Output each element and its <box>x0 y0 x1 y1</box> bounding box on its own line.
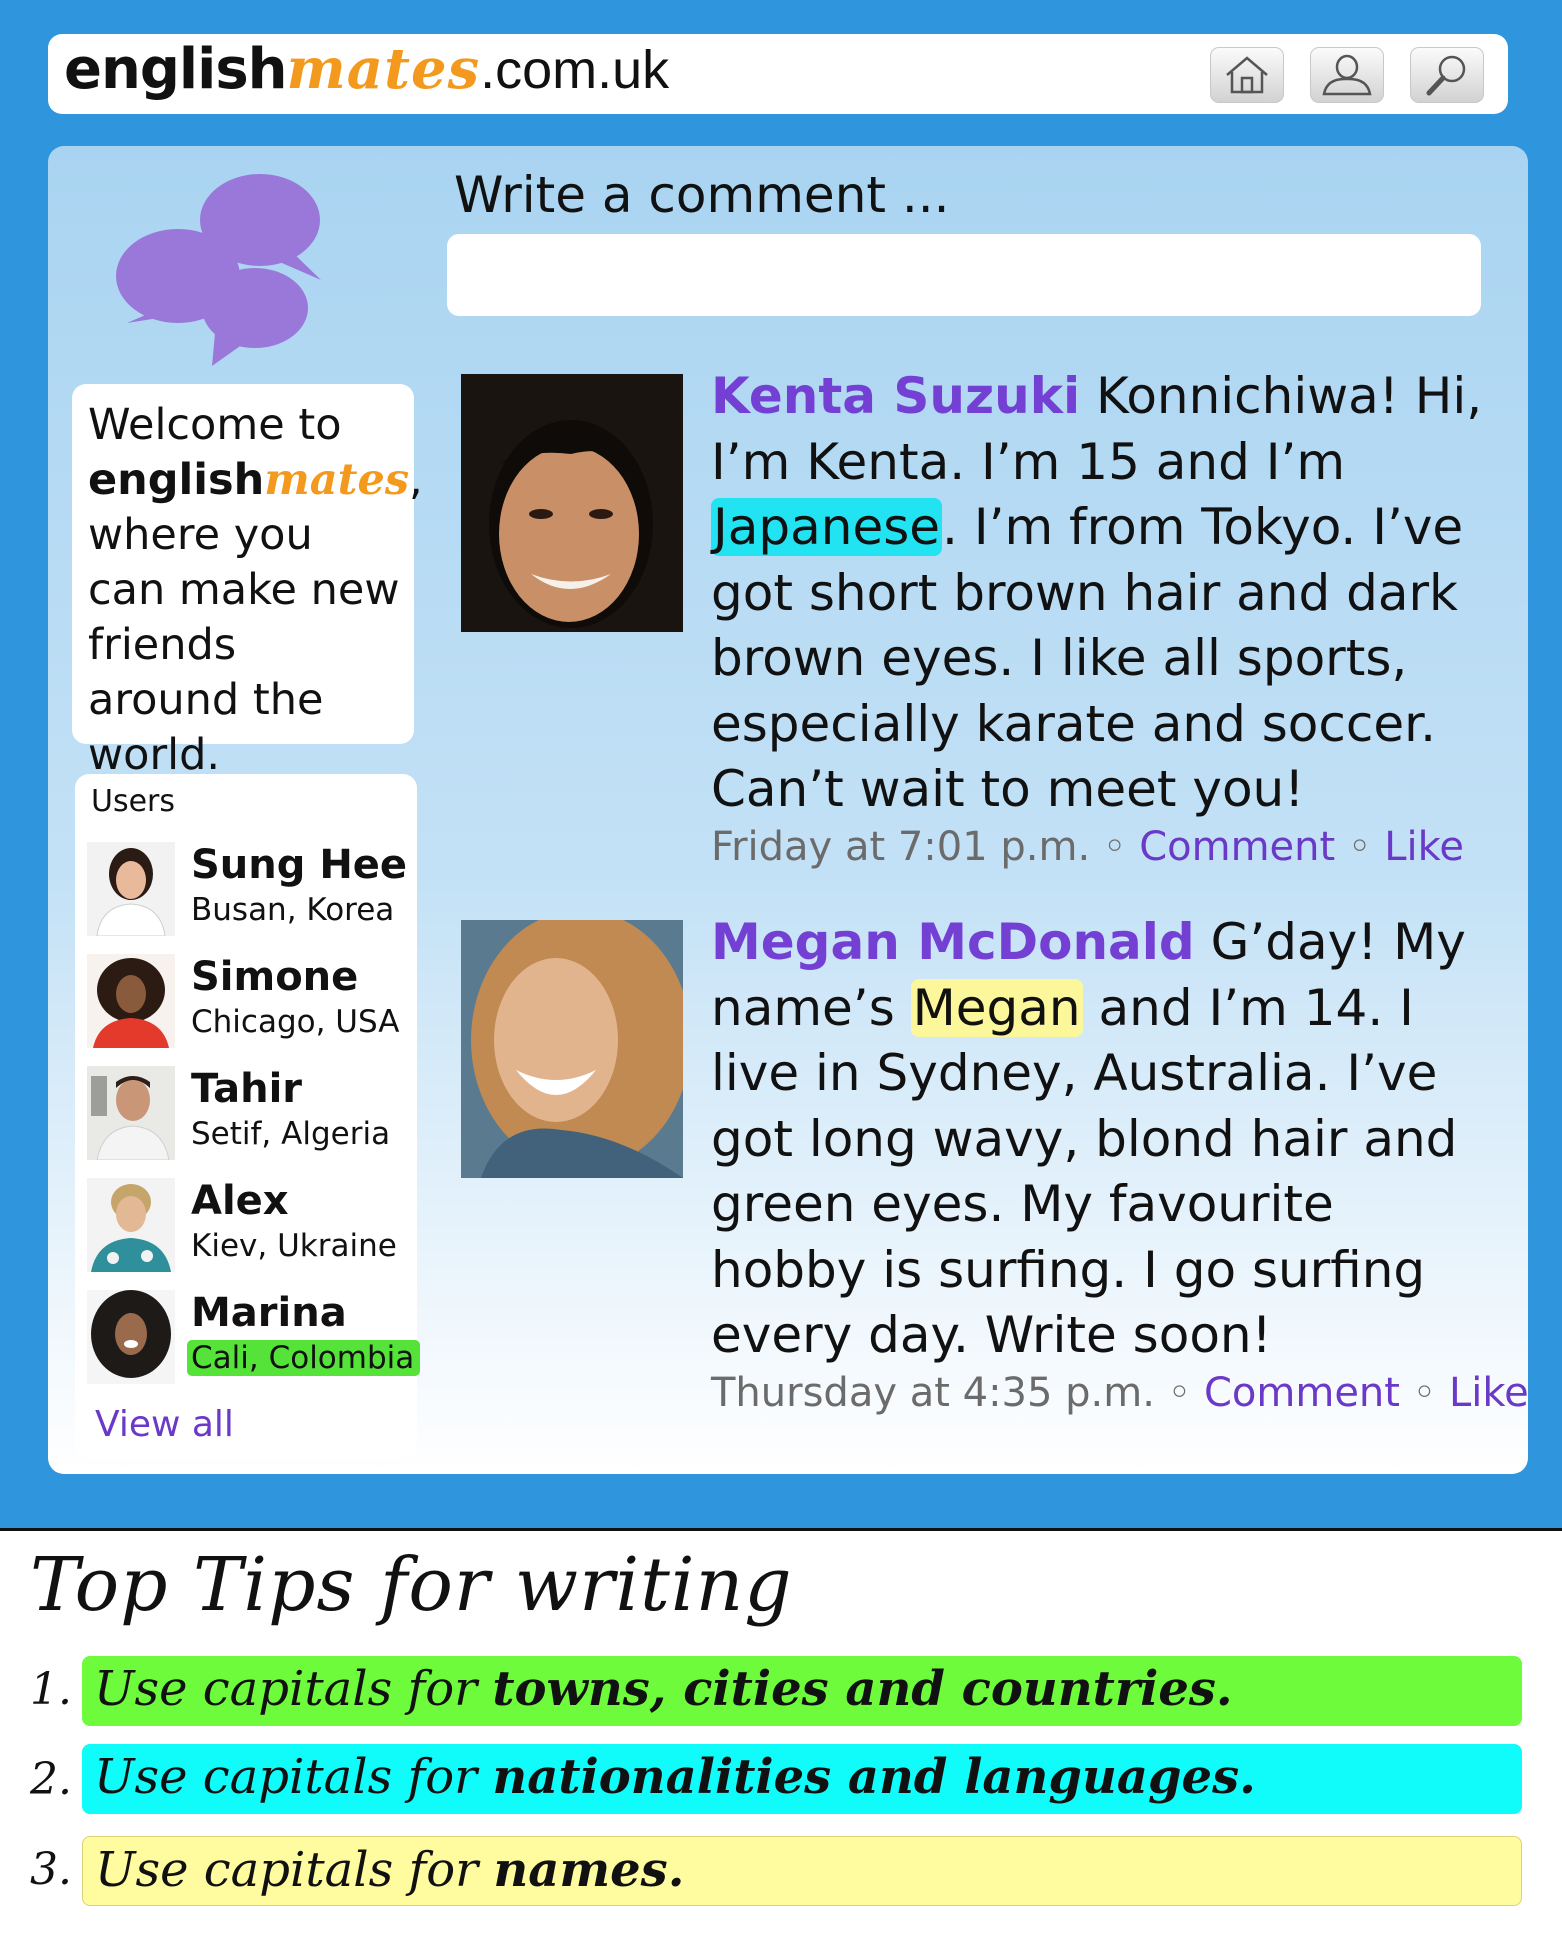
welcome-brand-part2: mates <box>264 455 410 505</box>
user-name: Sung Hee <box>191 842 408 888</box>
user-location: Busan, Korea <box>191 892 395 928</box>
tip-number: 1. <box>30 1664 72 1715</box>
user-icon <box>1322 54 1372 96</box>
megan-photo <box>461 920 683 1178</box>
user-location: Chicago, USA <box>191 1004 400 1040</box>
user-item-simone[interactable]: Simone Chicago, USA <box>87 954 417 1054</box>
welcome-comma: , <box>409 455 423 505</box>
kenta-photo <box>461 374 683 632</box>
user-location: Kiev, Ukraine <box>191 1228 397 1264</box>
section-divider <box>0 1528 1562 1531</box>
post-time: Friday at 7:01 p.m. <box>711 824 1091 870</box>
tip-prefix: Use capitals for <box>95 1842 494 1898</box>
comment-link[interactable]: Comment <box>1139 824 1335 870</box>
tip-number: 2. <box>30 1754 72 1805</box>
tip-emphasis: names. <box>493 1842 685 1898</box>
post-author[interactable]: Kenta Suzuki <box>711 367 1080 425</box>
tip-emphasis: towns, cities and countries. <box>492 1661 1233 1717</box>
user-item-tahir[interactable]: Tahir Setif, Algeria <box>87 1066 417 1166</box>
meta-separator: ◦ <box>1090 824 1140 870</box>
site-name-part1: english <box>64 37 288 102</box>
site-logo[interactable]: englishmates.com.uk <box>64 36 669 103</box>
users-title: Users <box>91 784 176 819</box>
tip-number: 3. <box>30 1844 72 1895</box>
user-location-highlighted: Cali, Colombia <box>187 1340 421 1376</box>
search-icon <box>1426 55 1466 96</box>
welcome-box: Welcome to englishmates, where you can m… <box>72 384 423 780</box>
post-time: Thursday at 4:35 p.m. <box>711 1370 1155 1416</box>
like-link[interactable]: Like <box>1449 1370 1529 1416</box>
tip-emphasis: nationalities and languages. <box>492 1749 1256 1805</box>
like-link[interactable]: Like <box>1384 824 1464 870</box>
site-name-part2: mates <box>286 36 481 102</box>
user-name: Alex <box>191 1178 289 1224</box>
header-bar: englishmates.com.uk <box>48 34 1508 114</box>
user-location: Setif, Algeria <box>191 1116 391 1152</box>
welcome-line1: Welcome to <box>88 400 342 450</box>
user-name: Marina <box>191 1290 347 1336</box>
post-meta: Thursday at 4:35 p.m. ◦ Comment ◦ Like <box>711 1370 1529 1416</box>
user-item-sung-hee[interactable]: Sung Hee Busan, Korea <box>87 842 417 942</box>
avatar <box>87 842 175 936</box>
home-button[interactable] <box>1210 47 1284 103</box>
site-domain: .com.uk <box>480 40 670 100</box>
user-name: Tahir <box>191 1066 303 1112</box>
user-item-marina[interactable]: Marina Cali, Colombia <box>87 1290 421 1390</box>
tip-prefix: Use capitals for <box>94 1749 493 1805</box>
view-all-link[interactable]: View all <box>95 1404 234 1445</box>
meta-separator: ◦ <box>1399 1370 1449 1416</box>
post-meta: Friday at 7:01 p.m. ◦ Comment ◦ Like <box>711 824 1464 870</box>
chat-bubbles-icon <box>116 174 321 366</box>
tip-prefix: Use capitals for <box>94 1661 493 1717</box>
avatar <box>87 954 175 1048</box>
meta-separator: ◦ <box>1154 1370 1204 1416</box>
user-item-alex[interactable]: Alex Kiev, Ukraine <box>87 1178 417 1278</box>
composer-label: Write a comment ... <box>454 166 950 224</box>
post-megan: Megan McDonald G’day! My name’s Megan an… <box>711 910 1491 1369</box>
user-name: Simone <box>191 954 359 1000</box>
search-button[interactable] <box>1410 47 1484 103</box>
tip-3: Use capitals for names. <box>82 1836 1522 1906</box>
tips-title: Top Tips for writing <box>30 1542 793 1628</box>
tip-1: Use capitals for towns, cities and count… <box>82 1656 1522 1726</box>
welcome-brand-part1: english <box>88 455 265 505</box>
comment-link[interactable]: Comment <box>1204 1370 1400 1416</box>
comment-input[interactable] <box>447 234 1481 316</box>
avatar <box>87 1066 175 1160</box>
post-author[interactable]: Megan McDonald <box>711 913 1195 971</box>
avatar <box>87 1290 175 1384</box>
home-icon <box>1226 56 1268 94</box>
tip-2: Use capitals for nationalities and langu… <box>82 1744 1522 1814</box>
meta-separator: ◦ <box>1335 824 1385 870</box>
post-kenta: Kenta Suzuki Konnichiwa! Hi, I’m Kenta. … <box>711 364 1491 823</box>
users-panel: Users Sung Hee Busan, Korea Simone Chica… <box>75 774 421 1458</box>
post-highlight: Japanese <box>711 498 943 556</box>
profile-button[interactable] <box>1310 47 1384 103</box>
post-highlight: Megan <box>910 978 1083 1037</box>
avatar <box>87 1178 175 1272</box>
welcome-text: where you can make new friends around th… <box>88 510 400 780</box>
